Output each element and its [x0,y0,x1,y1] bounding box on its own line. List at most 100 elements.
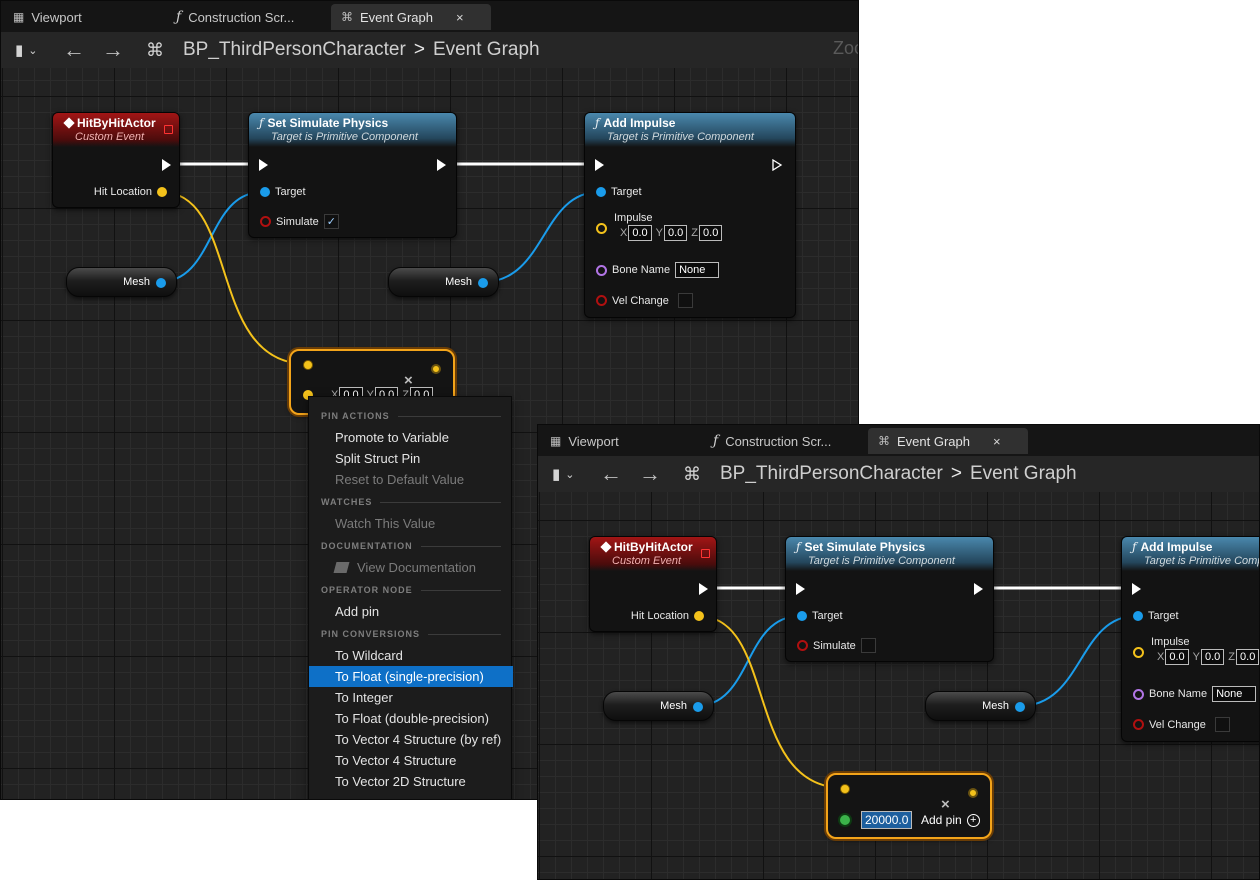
menu-item-to-vector2d[interactable]: To Vector 2D Structure [309,771,513,792]
simulate-checkbox[interactable]: ✓ [323,214,339,229]
node-title: Add Impulse [603,116,676,130]
vel-change-pin[interactable]: Vel Change [1133,717,1230,732]
target-pin[interactable]: Target [1133,610,1179,622]
menu-item-to-float-single[interactable]: To Float (single-precision) [309,666,513,687]
add-pin-button[interactable]: Add pin + [921,813,980,827]
float-input-pin[interactable] [840,815,850,825]
close-tab-icon[interactable]: × [993,434,1001,449]
menu-item-to-vector4-ref[interactable]: To Vector 4 Structure (by ref) [309,729,513,750]
mesh-pin[interactable] [1015,702,1025,712]
axis-label: Z [1228,651,1236,663]
pin-label: Impulse [614,212,653,224]
operator-output-pin[interactable] [431,364,441,374]
impulse-pin[interactable]: Impulse X 0.0 Y 0.0 Z 0.0 [596,212,723,241]
add-impulse-node[interactable]: ƒAdd Impulse Target is Primitive Compone… [584,112,796,318]
simulate-pin[interactable]: Simulate [797,638,876,653]
vel-change-checkbox[interactable] [1214,717,1230,732]
delegate-pin-icon[interactable] [164,125,173,134]
exec-out-pin[interactable] [974,583,983,595]
tab-event-graph[interactable]: ⌘ Event Graph × [868,428,1028,454]
exec-in-pin[interactable] [1132,583,1141,595]
remove-pin-icon[interactable]: × [941,796,950,813]
menu-item-promote-to-variable[interactable]: Promote to Variable [309,427,513,448]
tab-event-graph[interactable]: ⌘ Event Graph × [331,4,491,30]
set-simulate-physics-node[interactable]: ƒ Set Simulate Physics Target is Primitiv… [785,536,994,662]
mesh-pin[interactable] [156,278,166,288]
back-arrow-icon[interactable]: ← [600,456,622,492]
menu-item-to-integer[interactable]: To Integer [309,687,513,708]
bookmark-dropdown[interactable]: ▮ ⌄ [15,32,37,68]
event-node[interactable]: HitByHitActor Custom Event Hit Location [589,536,717,632]
exec-in-pin[interactable] [595,159,604,171]
operator-input-pin-a[interactable] [840,784,850,794]
hit-location-pin[interactable]: Hit Location [631,610,704,622]
target-pin[interactable]: Target [596,186,642,198]
impulse-z-field[interactable]: 0.0 [699,225,723,241]
exec-out-pin[interactable] [699,583,708,595]
operator-output-pin[interactable] [968,788,978,798]
graph-icon: ⌘ [878,434,890,448]
mesh-variable-node[interactable]: Mesh [603,691,714,721]
menu-item-split-struct-pin[interactable]: Split Struct Pin [309,448,513,469]
impulse-pin[interactable]: Impulse X 0.0 Y 0.0 Z 0.0 [1133,636,1259,665]
breadcrumb: BP_ThirdPersonCharacter > Event Graph [720,456,1077,492]
impulse-y-field[interactable]: 0.0 [663,225,688,241]
bone-name-field[interactable]: None [1212,686,1257,702]
impulse-x-field[interactable]: 0.0 [1165,649,1189,665]
bookmark-dropdown[interactable]: ▮ ⌄ [552,456,574,492]
pin-label: Target [1148,610,1179,622]
float-value-field[interactable]: 20000.0 [861,811,913,829]
exec-out-pin[interactable] [437,159,446,171]
operator-node[interactable]: × 20000.0 Add pin + [826,773,992,839]
exec-in-pin[interactable] [796,583,805,595]
impulse-x-field[interactable]: 0.0 [628,225,652,241]
target-pin[interactable]: Target [797,610,843,622]
back-arrow-icon[interactable]: ← [63,32,85,68]
simulate-pin[interactable]: Simulate ✓ [260,214,339,229]
set-simulate-physics-node[interactable]: ƒ Set Simulate Physics Target is Primitiv… [248,112,457,238]
add-impulse-node[interactable]: ƒAdd Impulse Target is Primitive Compone… [1121,536,1259,742]
node-header: ƒ Set Simulate Physics Target is Primitiv… [249,113,456,147]
mesh-variable-node[interactable]: Mesh [66,267,177,297]
mesh-variable-node[interactable]: Mesh [388,267,499,297]
exec-out-pin[interactable] [771,159,783,171]
breadcrumb-blueprint[interactable]: BP_ThirdPersonCharacter [720,463,943,485]
tab-construction-script[interactable]: ƒ Construction Scr... [166,4,304,30]
forward-arrow-icon[interactable]: → [639,456,661,492]
pin-label: Hit Location [630,610,689,622]
breadcrumb-graph[interactable]: Event Graph [433,39,540,61]
exec-out-pin[interactable] [162,159,171,171]
breadcrumb-graph[interactable]: Event Graph [970,463,1077,485]
chevron-down-icon: ⌄ [28,44,38,57]
delegate-pin-icon[interactable] [701,549,710,558]
vel-change-pin[interactable]: Vel Change [596,293,693,308]
forward-arrow-icon[interactable]: → [102,32,124,68]
impulse-z-field[interactable]: 0.0 [1236,649,1259,665]
tab-viewport[interactable]: ▦ Viewport [540,428,629,454]
impulse-y-field[interactable]: 0.0 [1200,649,1225,665]
menu-item-to-vector4[interactable]: To Vector 4 Structure [309,750,513,771]
event-node[interactable]: HitByHitActor Custom Event Hit Location [52,112,180,208]
vel-change-checkbox[interactable] [677,293,693,308]
variable-label: Mesh [660,700,687,712]
bone-name-field[interactable]: None [675,262,720,278]
exec-in-pin[interactable] [259,159,268,171]
menu-item-to-wildcard[interactable]: To Wildcard [309,645,513,666]
target-pin[interactable]: Target [260,186,306,198]
bone-name-pin[interactable]: Bone Name None [596,262,720,278]
menu-item-to-float-double[interactable]: To Float (double-precision) [309,708,513,729]
operator-input-pin-a[interactable] [303,360,313,370]
mesh-pin[interactable] [693,702,703,712]
graph-canvas[interactable]: HitByHitActor Custom Event Hit Location … [538,492,1259,879]
mesh-pin[interactable] [478,278,488,288]
close-tab-icon[interactable]: × [456,10,464,25]
hit-location-pin[interactable]: Hit Location [94,186,167,198]
mesh-variable-node[interactable]: Mesh [925,691,1036,721]
tab-viewport[interactable]: ▦ Viewport [3,4,92,30]
breadcrumb-blueprint[interactable]: BP_ThirdPersonCharacter [183,39,406,61]
simulate-checkbox[interactable] [860,638,876,653]
tab-construction-script[interactable]: ƒ Construction Scr... [703,428,841,454]
node-subtitle: Target is Primitive Component [607,131,754,143]
menu-item-add-pin[interactable]: Add pin [309,601,513,622]
bone-name-pin[interactable]: Bone Name None [1133,686,1257,702]
